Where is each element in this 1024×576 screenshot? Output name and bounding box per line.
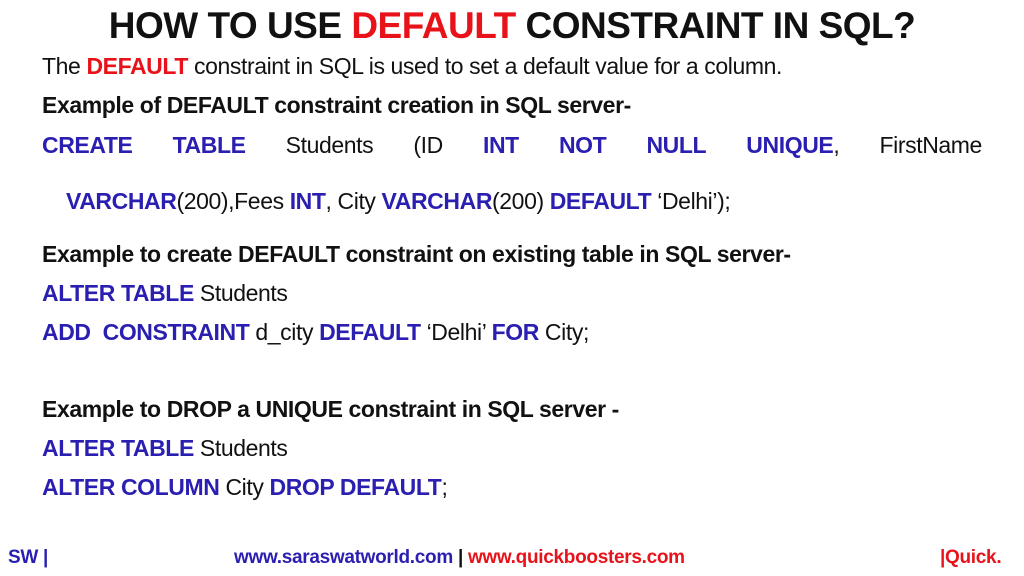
footer-link-saraswatworld[interactable]: www.saraswatworld.com bbox=[234, 547, 453, 568]
kw-int: INT bbox=[482, 132, 519, 158]
intro-text: The DEFAULT constraint in SQL is used to… bbox=[42, 52, 782, 80]
section1-code-row2: VARCHAR(200),Fees INT, City VARCHAR(200)… bbox=[42, 159, 982, 243]
code-text: Students bbox=[193, 435, 288, 461]
kw-not: NOT bbox=[558, 132, 607, 158]
code-text: ‘Delhi’); bbox=[651, 188, 731, 214]
kw-default: DEFAULT bbox=[319, 319, 421, 345]
kw-alter-table: ALTER TABLE bbox=[42, 435, 194, 461]
title-text-end: CONSTRAINT IN SQL? bbox=[515, 5, 916, 46]
kw-alter-column: ALTER COLUMN bbox=[42, 474, 220, 500]
section3-code-line2: ALTER COLUMN City DROP DEFAULT; bbox=[42, 473, 448, 501]
section1-code: CREATE TABLE Students (ID INT NOT NULL U… bbox=[42, 131, 982, 243]
intro-pre: The bbox=[42, 53, 87, 79]
kw-int: INT bbox=[289, 188, 326, 214]
page-title: HOW TO USE DEFAULT CONSTRAINT IN SQL? bbox=[0, 4, 1024, 48]
section2-heading: Example to create DEFAULT constraint on … bbox=[42, 241, 791, 267]
code-text: , City bbox=[325, 188, 382, 214]
kw-alter-table: ALTER TABLE bbox=[42, 280, 194, 306]
kw-varchar: VARCHAR bbox=[381, 188, 493, 214]
kw-add-constraint: ADD CONSTRAINT bbox=[42, 319, 250, 345]
section3-heading: Example to DROP a UNIQUE constraint in S… bbox=[42, 396, 619, 422]
comma: , bbox=[833, 132, 840, 158]
code-text: City; bbox=[538, 319, 589, 345]
footer-right: |Quick. bbox=[940, 547, 1002, 568]
kw-table: TABLE bbox=[172, 132, 246, 158]
footer-link-quickboosters[interactable]: www.quickboosters.com bbox=[468, 547, 685, 568]
table-name: Students bbox=[285, 132, 374, 158]
kw-unique-group: UNIQUE, bbox=[746, 131, 839, 159]
intro-highlight: DEFAULT bbox=[86, 53, 188, 79]
footer-separator: | bbox=[452, 547, 468, 568]
col-firstname: FirstName bbox=[879, 132, 982, 158]
kw-drop-default: DROP DEFAULT bbox=[269, 474, 442, 500]
col-id: (ID bbox=[413, 132, 443, 158]
code-text: ; bbox=[441, 474, 448, 500]
kw-default: DEFAULT bbox=[549, 188, 652, 214]
title-highlight: DEFAULT bbox=[351, 5, 516, 46]
kw-unique: UNIQUE bbox=[746, 132, 834, 158]
title-text: HOW TO USE bbox=[108, 5, 352, 46]
kw-create: CREATE bbox=[42, 132, 133, 158]
intro-post: constraint in SQL is used to set a defau… bbox=[187, 53, 782, 79]
code-text: (200) bbox=[492, 188, 550, 214]
section1-heading: Example of DEFAULT constraint creation i… bbox=[42, 92, 631, 118]
code-text: d_city bbox=[249, 319, 320, 345]
code-text: (200),Fees bbox=[176, 188, 290, 214]
footer-links: www.saraswatworld.com | www.quickbooster… bbox=[234, 546, 685, 570]
code-text: City bbox=[219, 474, 270, 500]
kw-varchar: VARCHAR bbox=[65, 188, 177, 214]
footer-left: SW | bbox=[8, 547, 49, 568]
kw-for: FOR bbox=[491, 319, 540, 345]
code-text: Students bbox=[193, 280, 288, 306]
section2-code-line1: ALTER TABLE Students bbox=[42, 279, 288, 307]
section2-code-line2: ADD CONSTRAINT d_city DEFAULT ‘Delhi’ FO… bbox=[42, 318, 589, 346]
code-text: ‘Delhi’ bbox=[420, 319, 492, 345]
section1-code-row1: CREATE TABLE Students (ID INT NOT NULL U… bbox=[42, 131, 982, 159]
kw-null: NULL bbox=[646, 132, 707, 158]
section3-code-line1: ALTER TABLE Students bbox=[42, 434, 288, 462]
